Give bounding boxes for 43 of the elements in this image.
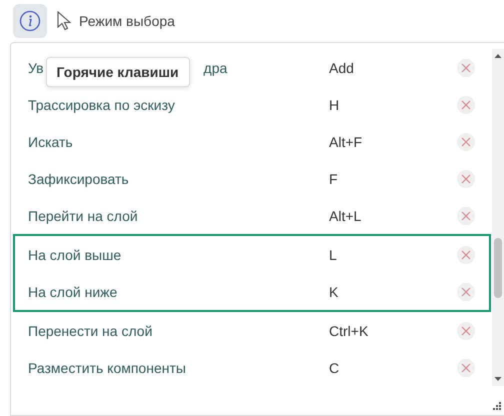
cursor-icon [57, 11, 71, 31]
close-icon [461, 250, 471, 260]
delete-button[interactable] [457, 96, 475, 114]
shortcut-key: Alt+F [329, 134, 362, 150]
info-icon [19, 10, 41, 32]
close-icon [461, 362, 471, 372]
shortcut-name: дра [204, 60, 228, 76]
close-icon [461, 326, 471, 336]
shortcut-name: Разместить компоненты [28, 360, 186, 376]
shortcut-key: Alt+L [329, 208, 362, 224]
close-icon [461, 210, 471, 220]
close-icon [461, 100, 471, 110]
shortcut-name: Перенести на слой [28, 322, 152, 338]
delete-button[interactable] [457, 170, 475, 188]
select-mode-button[interactable]: Режим выбора [57, 11, 175, 31]
resize-grip-icon[interactable] [493, 402, 502, 411]
shortcut-name: Зафиксировать [28, 170, 129, 186]
shortcut-name: Искать [28, 134, 73, 150]
close-icon [461, 62, 471, 72]
delete-button[interactable] [457, 206, 475, 224]
shortcut-key: F [329, 170, 338, 186]
shortcut-key: H [329, 96, 340, 112]
close-icon [461, 174, 471, 184]
delete-button[interactable] [457, 132, 475, 150]
shortcut-key: K [329, 284, 338, 300]
shortcut-name: Перейти на слой [28, 208, 138, 224]
delete-button[interactable] [457, 246, 475, 264]
info-button[interactable] [13, 4, 47, 38]
shortcut-key: Ctrl+K [329, 322, 368, 338]
delete-button[interactable] [457, 58, 475, 76]
shortcut-name: Трассировка по эскизу [28, 96, 175, 112]
tooltip: Горячие клавиши [46, 57, 190, 87]
shortcut-name: На слой выше [28, 246, 122, 262]
close-icon [461, 286, 471, 296]
shortcut-name: Ув [28, 60, 44, 76]
shortcut-name: На слой ниже [28, 284, 118, 300]
delete-button[interactable] [457, 282, 475, 300]
shortcut-key: Add [329, 60, 354, 76]
shortcut-key: C [329, 360, 340, 376]
close-icon [461, 136, 471, 146]
delete-button[interactable] [457, 358, 475, 376]
delete-button[interactable] [457, 322, 475, 340]
shortcut-key: L [329, 246, 337, 262]
